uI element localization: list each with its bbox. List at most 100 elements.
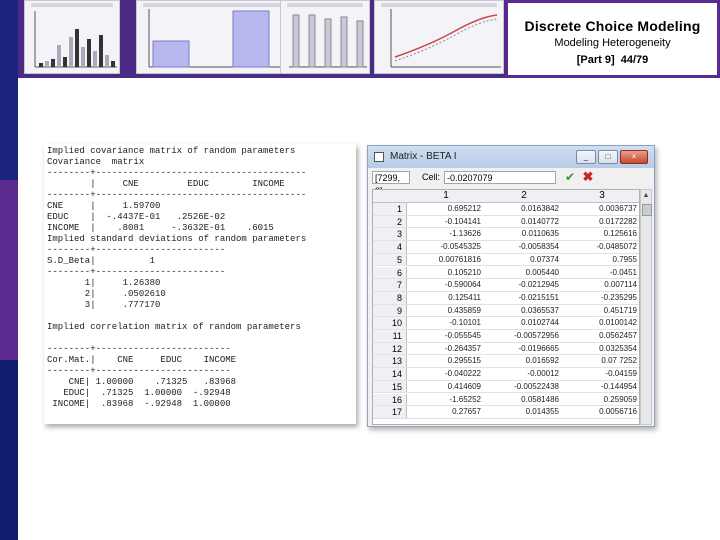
accent-segment-bottom bbox=[0, 360, 18, 540]
table-cell[interactable]: 0.0163842 bbox=[485, 203, 563, 215]
slide-title-box: Discrete Choice Modeling Modeling Hetero… bbox=[505, 0, 720, 78]
cancel-x-icon[interactable]: ✖ bbox=[581, 170, 595, 184]
thumbnail-caption bbox=[143, 3, 283, 7]
table-cell[interactable]: -0.235295 bbox=[563, 292, 639, 304]
table-cell[interactable]: -0.590064 bbox=[407, 279, 485, 291]
table-cell[interactable]: -1.65252 bbox=[407, 394, 485, 406]
row-header[interactable]: 16 bbox=[373, 393, 407, 406]
table-cell[interactable]: 0.27657 bbox=[407, 406, 485, 418]
thumbnail-caption bbox=[287, 3, 363, 7]
table-cell[interactable]: -0.0196665 bbox=[485, 343, 563, 355]
table-cell[interactable]: 0.7955 bbox=[563, 254, 639, 266]
row-header[interactable]: 14 bbox=[373, 368, 407, 380]
table-cell[interactable]: -0.0212945 bbox=[485, 279, 563, 291]
row-header[interactable]: 2 bbox=[373, 215, 407, 228]
table-row: 12 -0.264357 -0.0196665 0.0325354 bbox=[373, 342, 639, 356]
window-titlebar[interactable]: Matrix - BETA I _ □ × bbox=[368, 146, 654, 168]
table-cell[interactable]: -0.04159 bbox=[563, 368, 639, 380]
thumbnail-caption bbox=[381, 3, 497, 7]
row-header[interactable]: 8 bbox=[373, 291, 407, 304]
table-row: 3 -1.13626 0.0110635 0.125616 bbox=[373, 228, 639, 242]
table-cell[interactable]: 0.016592 bbox=[485, 355, 563, 367]
table-cell[interactable]: -0.0545325 bbox=[407, 241, 485, 253]
row-header[interactable]: 13 bbox=[373, 355, 407, 368]
thumbnail-caption bbox=[31, 3, 113, 7]
table-cell[interactable]: 0.00761816 bbox=[407, 254, 485, 266]
scroll-up-arrow-icon[interactable]: ▲ bbox=[641, 190, 651, 202]
row-header[interactable]: 10 bbox=[373, 317, 407, 329]
table-cell[interactable]: -1.13626 bbox=[407, 228, 485, 240]
maximize-button[interactable]: □ bbox=[598, 150, 618, 164]
row-header[interactable]: 11 bbox=[373, 330, 407, 342]
row-header[interactable]: 9 bbox=[373, 304, 407, 317]
table-cell[interactable]: 0.695212 bbox=[407, 203, 485, 215]
row-header[interactable]: 4 bbox=[373, 241, 407, 253]
column-header-2[interactable]: 2 bbox=[485, 190, 563, 202]
row-header[interactable]: 15 bbox=[373, 380, 407, 393]
table-cell[interactable]: 0.0140772 bbox=[485, 216, 563, 228]
table-cell[interactable]: 0.0102744 bbox=[485, 317, 563, 329]
row-header[interactable]: 17 bbox=[373, 406, 407, 418]
table-cell[interactable]: 0.014355 bbox=[485, 406, 563, 418]
table-cell[interactable]: 0.0562457 bbox=[563, 330, 639, 342]
table-cell[interactable]: 0.451719 bbox=[563, 305, 639, 317]
minimize-button[interactable]: _ bbox=[576, 150, 596, 164]
table-cell[interactable]: 0.295515 bbox=[407, 355, 485, 367]
table-cell[interactable]: 0.0581486 bbox=[485, 394, 563, 406]
table-cell[interactable]: -0.0215151 bbox=[485, 292, 563, 304]
table-cell[interactable]: -0.144954 bbox=[563, 381, 639, 393]
table-cell[interactable]: -0.055545 bbox=[407, 330, 485, 342]
close-button[interactable]: × bbox=[620, 150, 648, 164]
check-icon[interactable]: ✔ bbox=[563, 170, 577, 184]
table-cell[interactable]: -0.00522438 bbox=[485, 381, 563, 393]
table-cell[interactable]: -0.10101 bbox=[407, 317, 485, 329]
row-header[interactable]: 7 bbox=[373, 279, 407, 291]
accent-segment-top bbox=[0, 0, 18, 180]
thumbnail-histogram bbox=[24, 0, 120, 74]
table-cell[interactable]: -0.0451 bbox=[563, 267, 639, 279]
table-cell[interactable]: 0.259059 bbox=[563, 394, 639, 406]
matrix-window: Matrix - BETA I _ □ × [7299, 3] Cell: -0… bbox=[367, 145, 655, 427]
table-cell[interactable]: 0.435859 bbox=[407, 305, 485, 317]
vertical-scrollbar[interactable]: ▲ bbox=[640, 189, 652, 425]
table-cell[interactable]: 0.0172282 bbox=[563, 216, 639, 228]
row-header[interactable]: 3 bbox=[373, 228, 407, 241]
accent-segment-middle bbox=[0, 180, 18, 360]
table-cell[interactable]: 0.0110635 bbox=[485, 228, 563, 240]
row-header[interactable]: 1 bbox=[373, 203, 407, 215]
table-cell[interactable]: 0.105210 bbox=[407, 267, 485, 279]
table-cell[interactable]: 0.125616 bbox=[563, 228, 639, 240]
cell-reference-box[interactable]: [7299, 3] bbox=[372, 171, 410, 196]
row-header[interactable]: 5 bbox=[373, 253, 407, 266]
corner-header bbox=[373, 190, 407, 202]
table-cell[interactable]: 0.07 7252 bbox=[563, 355, 639, 367]
table-cell[interactable]: -0.0058354 bbox=[485, 241, 563, 253]
table-cell[interactable]: 0.414609 bbox=[407, 381, 485, 393]
table-cell[interactable]: -0.00012 bbox=[485, 368, 563, 380]
table-cell[interactable]: -0.00572956 bbox=[485, 330, 563, 342]
row-header[interactable]: 12 bbox=[373, 342, 407, 355]
table-cell[interactable]: -0.104141 bbox=[407, 216, 485, 228]
table-cell[interactable]: 0.007114 bbox=[563, 279, 639, 291]
row-header[interactable]: 6 bbox=[373, 266, 407, 279]
table-cell[interactable]: 0.0325354 bbox=[563, 343, 639, 355]
column-header-1[interactable]: 1 bbox=[407, 190, 485, 202]
table-cell[interactable]: 0.005440 bbox=[485, 267, 563, 279]
thumbnail-bar-chart bbox=[136, 0, 290, 74]
column-header-3[interactable]: 3 bbox=[563, 190, 639, 202]
table-cell[interactable]: 0.0100142 bbox=[563, 317, 639, 329]
table-cell[interactable]: 0.125411 bbox=[407, 292, 485, 304]
table-cell[interactable]: -0.040222 bbox=[407, 368, 485, 380]
table-row: 11 -0.055545 -0.00572956 0.0562457 bbox=[373, 330, 639, 343]
table-cell[interactable]: -0.264357 bbox=[407, 343, 485, 355]
table-cell[interactable]: -0.0485072 bbox=[563, 241, 639, 253]
histogram-thumbnail-graphic bbox=[34, 11, 117, 68]
cell-label: Cell: bbox=[422, 172, 441, 182]
table-cell[interactable]: 0.0056716 bbox=[563, 406, 639, 418]
scrollbar-thumb[interactable] bbox=[642, 204, 652, 216]
thumbnail-line-plot bbox=[374, 0, 504, 74]
table-cell[interactable]: 0.07374 bbox=[485, 254, 563, 266]
cell-value-input[interactable]: -0.0207079 bbox=[444, 171, 556, 184]
table-cell[interactable]: 0.0036737 bbox=[563, 203, 639, 215]
table-cell[interactable]: 0.0365537 bbox=[485, 305, 563, 317]
